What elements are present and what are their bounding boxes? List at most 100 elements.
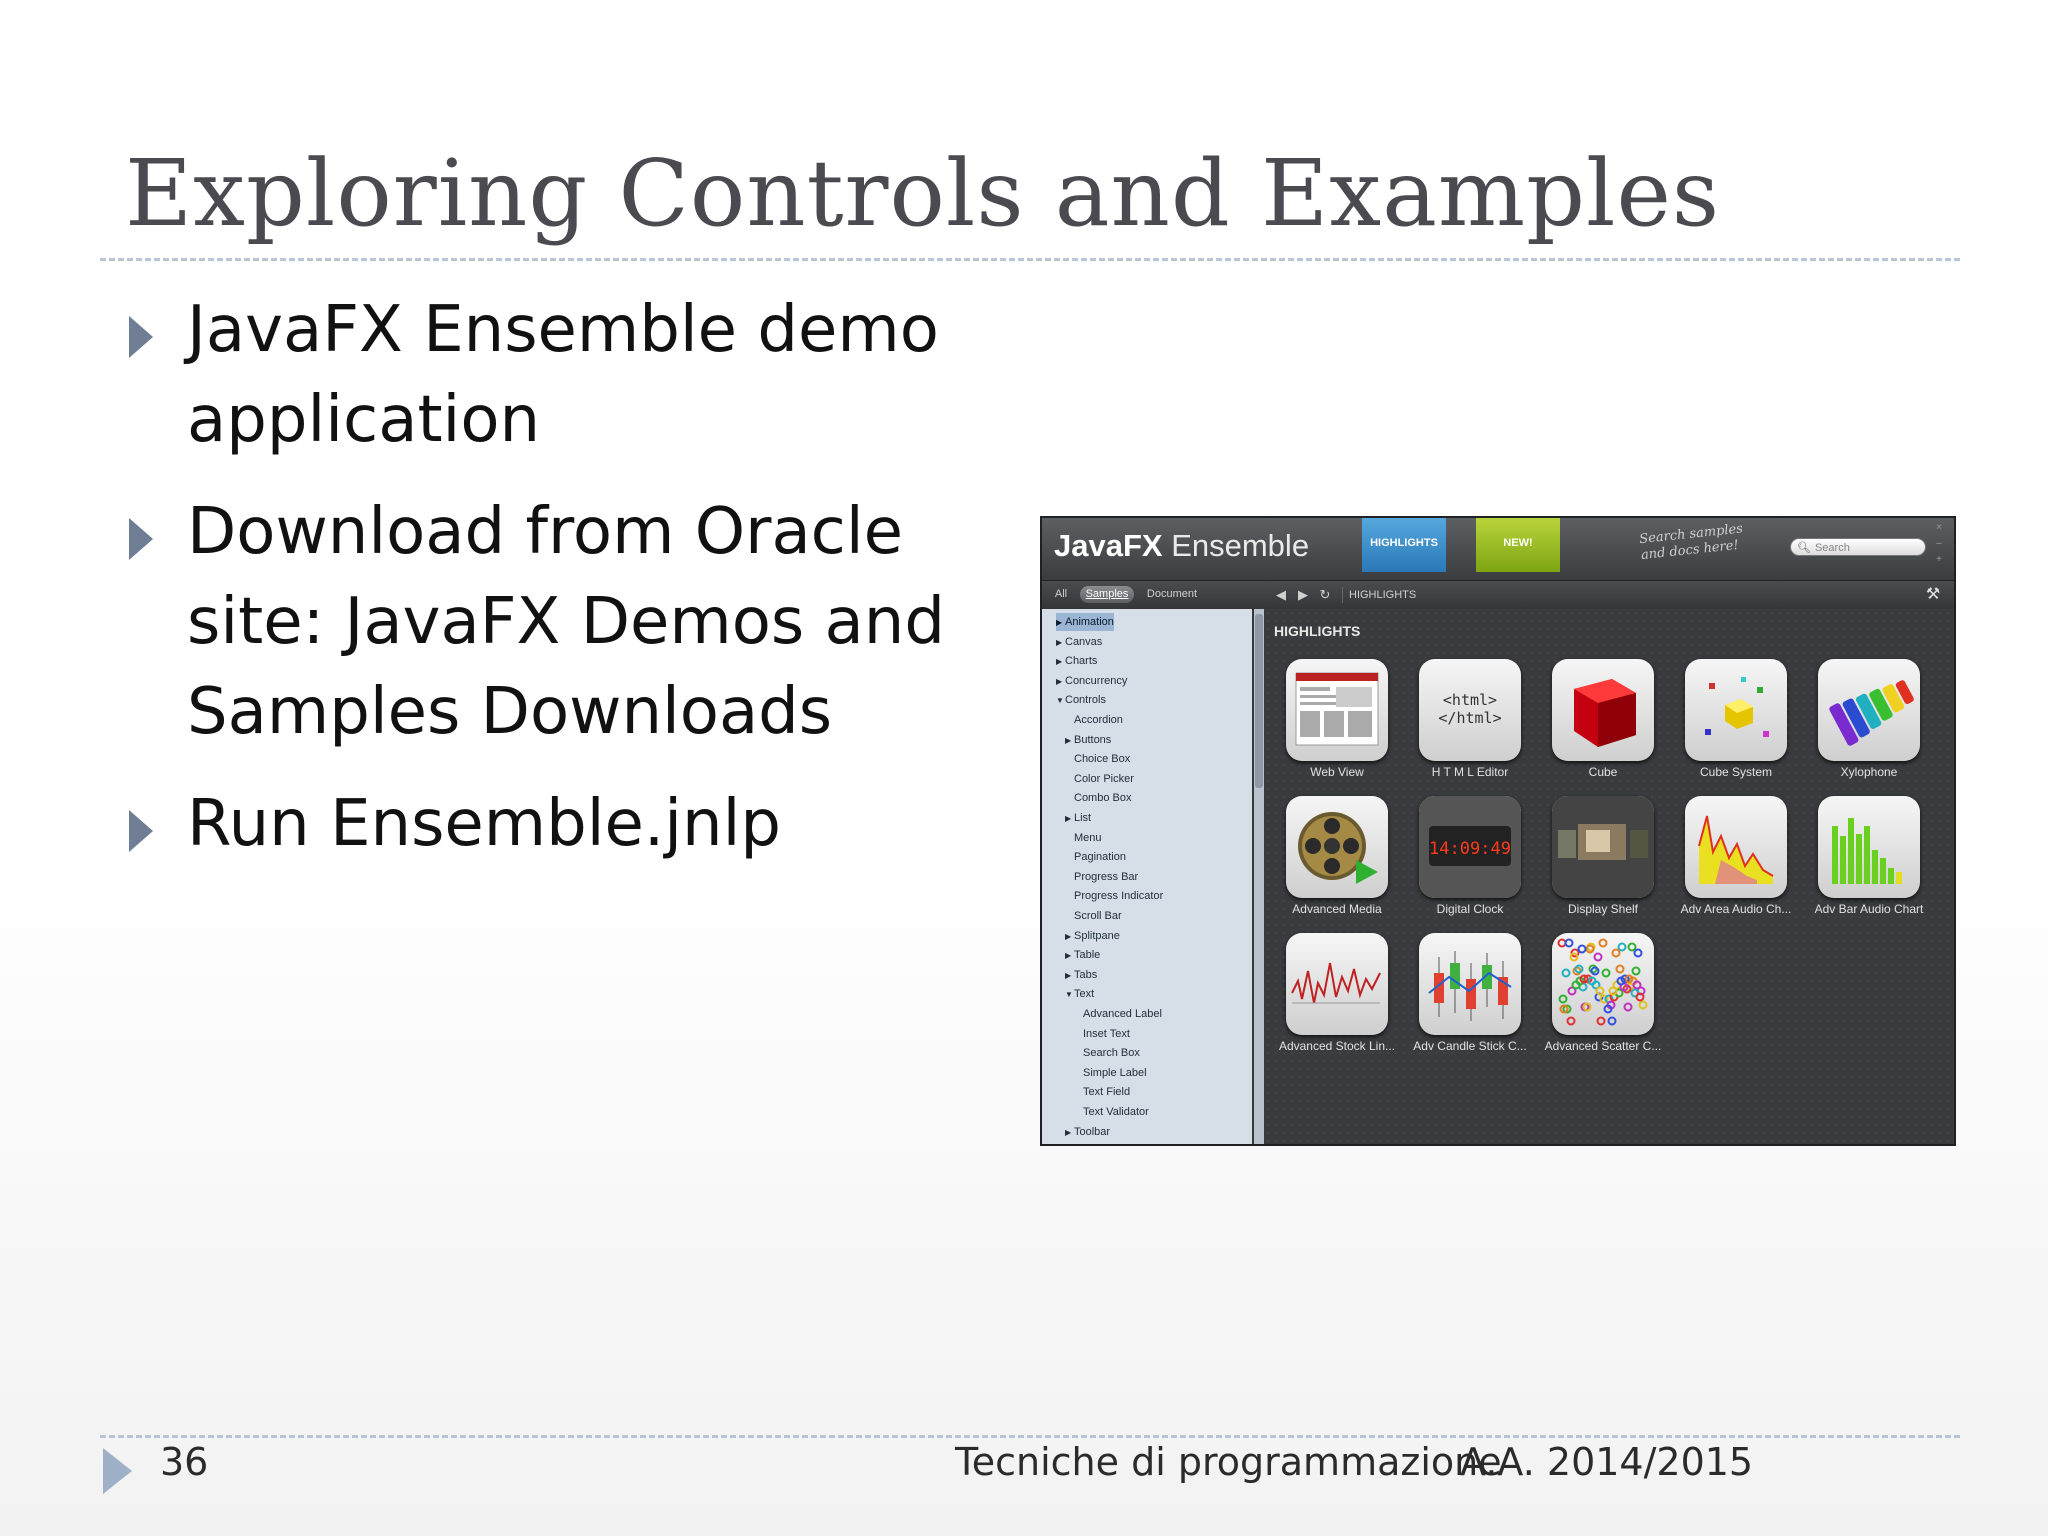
sample-tile[interactable]: Adv Bar Audio Chart: [1810, 796, 1928, 928]
collapsed-arrow-icon[interactable]: ▶: [1065, 928, 1074, 946]
tab-samples[interactable]: Samples: [1080, 586, 1134, 603]
tree-item[interactable]: Advanced Label: [1074, 1005, 1162, 1023]
web-view-icon[interactable]: [1286, 659, 1388, 761]
back-arrow-icon[interactable]: ◀: [1274, 587, 1288, 603]
xylophone-icon[interactable]: [1818, 659, 1920, 761]
tree-item-label: Accordion: [1074, 714, 1123, 726]
sample-tile[interactable]: Display Shelf: [1544, 796, 1662, 928]
tree-item[interactable]: Choice Box: [1065, 750, 1130, 768]
tree-item[interactable]: Progress Bar: [1065, 868, 1138, 886]
sample-tile[interactable]: Advanced Scatter C...: [1544, 933, 1662, 1065]
collapsed-arrow-icon[interactable]: ▶: [1056, 614, 1065, 632]
forward-arrow-icon[interactable]: ▶: [1296, 587, 1310, 603]
collapsed-arrow-icon[interactable]: ▶: [1065, 1124, 1074, 1142]
collapsed-arrow-icon[interactable]: ▶: [1065, 967, 1074, 985]
bar-audio-chart-icon[interactable]: [1818, 796, 1920, 898]
sample-tile[interactable]: Xylophone: [1810, 659, 1928, 791]
sample-tile-label: Advanced Scatter C...: [1544, 1039, 1662, 1053]
bullet-text: Run Ensemble.jnlp: [187, 787, 781, 861]
sample-tile-label: Cube: [1588, 765, 1618, 779]
tree-item[interactable]: ▶ Table: [1065, 946, 1100, 964]
stock-line-chart-icon[interactable]: [1286, 933, 1388, 1035]
cube-icon[interactable]: [1552, 659, 1654, 761]
page-number: 36: [160, 1440, 209, 1484]
tree-item-label: Combo Box: [1074, 792, 1132, 805]
sample-tile[interactable]: Web View: [1278, 659, 1396, 791]
svg-text:<html>: <html>: [1443, 691, 1497, 709]
close-icon[interactable]: ×: [1934, 522, 1944, 533]
highlights-ribbon[interactable]: HIGHLIGHTS: [1362, 518, 1446, 572]
search-input[interactable]: 🔍︎ Search: [1790, 538, 1926, 556]
expanded-arrow-icon[interactable]: ▼: [1056, 692, 1065, 710]
collapsed-arrow-icon[interactable]: ▶: [1056, 673, 1065, 691]
tree-item[interactable]: ▶ Charts: [1056, 652, 1097, 670]
collapsed-arrow-icon[interactable]: ▶: [1065, 947, 1074, 965]
sample-tile[interactable]: Advanced Media: [1278, 796, 1396, 928]
sample-tree[interactable]: ▶ Animation ▶ Canvas ▶ Charts ▶ Concurrency ▼Con…: [1042, 609, 1252, 1144]
tab-all[interactable]: All: [1050, 586, 1072, 603]
bullet-triangle-icon: [129, 810, 153, 852]
tree-item-label: Simple Label: [1083, 1066, 1147, 1079]
maximize-icon[interactable]: +: [1934, 554, 1944, 565]
tree-item-label: Pagination: [1074, 851, 1126, 864]
scatter-chart-icon[interactable]: [1552, 933, 1654, 1035]
sidebar-scroll-thumb[interactable]: [1255, 614, 1263, 788]
tree-item[interactable]: Menu: [1065, 829, 1102, 847]
tree-item-label: Color Picker: [1074, 772, 1134, 785]
tree-item[interactable]: Color Picker: [1065, 770, 1134, 788]
collapsed-arrow-icon[interactable]: ▶: [1056, 634, 1065, 652]
expanded-arrow-icon[interactable]: ▼: [1065, 986, 1074, 1004]
digital-clock-icon[interactable]: 14:09:49: [1419, 796, 1521, 898]
bullet-list: JavaFX Ensemble demo application Downloa…: [125, 285, 945, 891]
cube-system-icon[interactable]: [1685, 659, 1787, 761]
sample-tile[interactable]: Advanced Stock Lin...: [1278, 933, 1396, 1065]
collapsed-arrow-icon[interactable]: ▶: [1056, 653, 1065, 671]
tree-item[interactable]: Text Validator: [1074, 1103, 1149, 1121]
breadcrumb[interactable]: HIGHLIGHTS: [1342, 587, 1416, 603]
sample-tile[interactable]: <html> </html> H T M L Editor: [1411, 659, 1529, 791]
refresh-icon[interactable]: ↻: [1318, 587, 1332, 603]
tree-item[interactable]: Accordion: [1065, 711, 1123, 729]
film-reel-icon[interactable]: [1286, 796, 1388, 898]
tree-item[interactable]: ▶ Animation: [1056, 613, 1114, 631]
tree-item[interactable]: Progress Indicator: [1065, 887, 1163, 905]
sample-tile[interactable]: Adv Area Audio Ch...: [1677, 796, 1795, 928]
tab-document[interactable]: Document: [1142, 586, 1202, 603]
tree-item[interactable]: ▶ List: [1065, 809, 1091, 827]
tree-item[interactable]: ▼Controls: [1056, 691, 1106, 709]
tree-item[interactable]: Inset Text: [1074, 1025, 1130, 1043]
area-audio-chart-icon[interactable]: [1685, 796, 1787, 898]
tree-item[interactable]: ▶ Splitpane: [1065, 927, 1120, 945]
new-ribbon[interactable]: NEW!: [1476, 518, 1560, 572]
html-editor-icon[interactable]: <html> </html>: [1419, 659, 1521, 761]
tree-item-label: Progress Bar: [1074, 870, 1139, 883]
tree-item[interactable]: Combo Box: [1065, 789, 1131, 807]
sample-tile[interactable]: 14:09:49 Digital Clock: [1411, 796, 1529, 928]
sample-tile[interactable]: Adv Candle Stick C...: [1411, 933, 1529, 1065]
search-placeholder: Search: [1814, 542, 1850, 554]
tree-item[interactable]: ▶ Toolbar: [1065, 1123, 1110, 1141]
tree-item[interactable]: Text Field: [1074, 1083, 1130, 1101]
collapsed-arrow-icon[interactable]: ▶: [1065, 810, 1074, 828]
tree-item[interactable]: Pagination: [1065, 848, 1126, 866]
tree-item[interactable]: Simple Label: [1074, 1064, 1147, 1082]
tree-item[interactable]: ▶ Tabs: [1065, 966, 1097, 984]
tree-item[interactable]: Scroll Bar: [1065, 907, 1122, 925]
sample-tile[interactable]: Cube System: [1677, 659, 1795, 791]
sample-tile[interactable]: Cube: [1544, 659, 1662, 791]
tree-item[interactable]: ▶ Concurrency: [1056, 672, 1127, 690]
tree-item-label: Charts: [1065, 655, 1098, 668]
tree-item-label: Toolbar: [1074, 1125, 1111, 1138]
tree-item[interactable]: ▶ Canvas: [1056, 633, 1102, 651]
tree-item[interactable]: ▶ Buttons: [1065, 731, 1111, 749]
tools-icon[interactable]: ⚒: [1922, 585, 1944, 605]
display-shelf-icon[interactable]: [1552, 796, 1654, 898]
tree-item-label: Canvas: [1065, 635, 1103, 648]
tree-item-label: Buttons: [1074, 733, 1112, 746]
minimize-icon[interactable]: –: [1934, 538, 1944, 549]
collapsed-arrow-icon[interactable]: ▶: [1065, 732, 1074, 750]
tree-item[interactable]: Search Box: [1074, 1044, 1140, 1062]
candlestick-chart-icon[interactable]: [1419, 933, 1521, 1035]
tree-item[interactable]: ▼Text: [1065, 985, 1094, 1003]
footer-triangle-icon: [103, 1448, 132, 1494]
